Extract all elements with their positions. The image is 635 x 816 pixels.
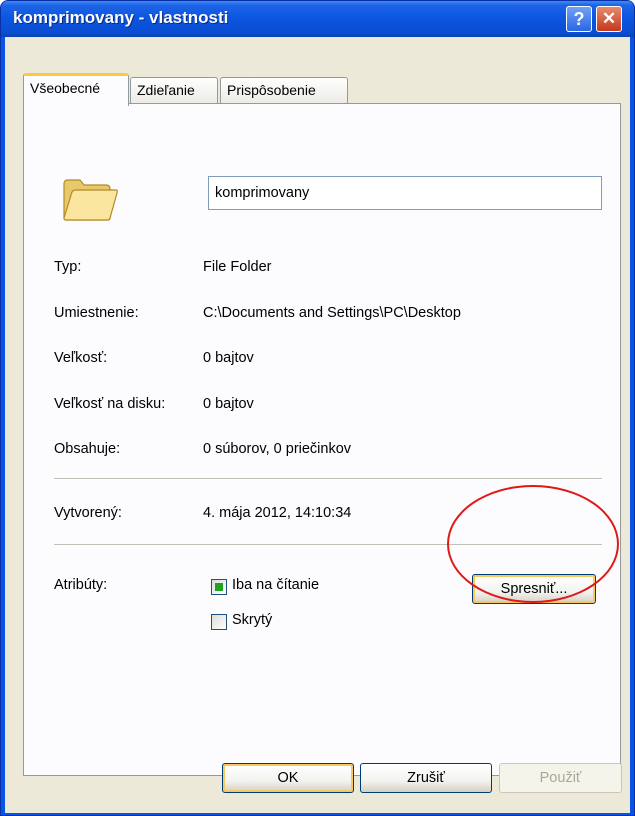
properties-window: komprimovany - vlastnosti ? ✕ Všeobecné … <box>0 0 635 816</box>
size-label: Veľkosť: <box>54 350 108 366</box>
location-value: C:\Documents and Settings\PC\Desktop <box>203 305 461 321</box>
created-value: 4. mája 2012, 14:10:34 <box>203 505 352 521</box>
created-label: Vytvorený: <box>54 505 122 521</box>
annotation-circle <box>447 485 619 603</box>
close-button[interactable]: ✕ <box>596 6 622 32</box>
size-on-disk-value: 0 bajtov <box>203 396 254 412</box>
attributes-label: Atribúty: <box>54 577 108 593</box>
size-on-disk-label: Veľkosť na disku: <box>54 396 166 412</box>
ok-button[interactable]: OK <box>222 763 354 793</box>
type-value: File Folder <box>203 259 272 275</box>
location-label: Umiestnenie: <box>54 305 139 321</box>
readonly-checkbox[interactable] <box>211 579 227 595</box>
tab-sharing[interactable]: Zdieľanie <box>130 77 218 103</box>
help-button[interactable]: ? <box>566 6 592 32</box>
contains-value: 0 súborov, 0 priečinkov <box>203 441 352 457</box>
folder-name-input[interactable] <box>208 176 602 210</box>
tab-general[interactable]: Všeobecné <box>23 73 129 106</box>
window-title: komprimovany - vlastnosti <box>13 8 229 27</box>
tab-customize[interactable]: Prispôsobenie <box>220 77 348 103</box>
cancel-button[interactable]: Zrušiť <box>360 763 492 793</box>
general-tab-panel: Typ: File Folder Umiestnenie: C:\Documen… <box>23 103 621 776</box>
close-icon: ✕ <box>601 9 617 28</box>
apply-button: Použiť <box>499 763 622 793</box>
title-bar[interactable]: komprimovany - vlastnosti ? ✕ <box>1 1 634 37</box>
separator <box>54 478 602 480</box>
size-value: 0 bajtov <box>203 350 254 366</box>
contains-label: Obsahuje: <box>54 441 121 457</box>
folder-icon <box>63 179 118 221</box>
type-label: Typ: <box>54 259 82 275</box>
dialog-client-area: Všeobecné Zdieľanie Prispôsobenie Typ: F… <box>5 37 630 813</box>
readonly-label[interactable]: Iba na čítanie <box>232 577 319 593</box>
hidden-label[interactable]: Skrytý <box>232 612 272 628</box>
hidden-checkbox[interactable] <box>211 614 227 630</box>
help-icon: ? <box>573 8 585 29</box>
